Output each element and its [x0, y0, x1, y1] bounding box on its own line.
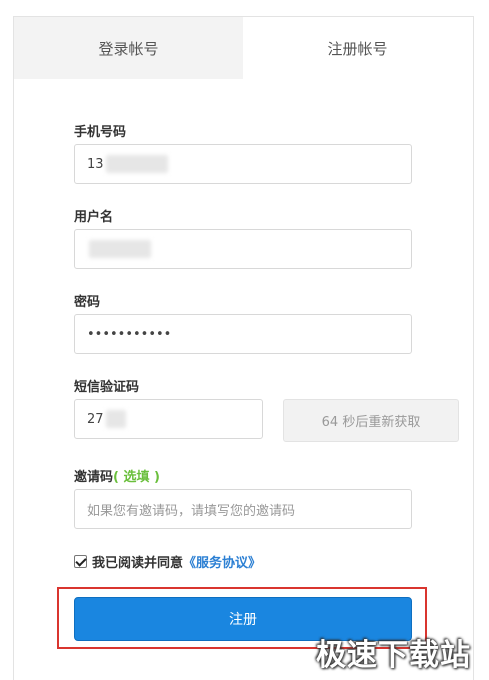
tab-register[interactable]: 注册帐号 [243, 17, 472, 79]
invite-label-text: 邀请码 [74, 470, 114, 485]
invite-optional-text: ( 选填 ) [113, 470, 160, 485]
watermark-logo: 极速下载站 [316, 638, 471, 673]
phone-redaction [105, 155, 168, 173]
sms-code-label: 短信验证码 [74, 380, 140, 395]
sms-code-value: 27 [87, 411, 104, 427]
invite-code-placeholder: 如果您有邀请码，请填写您的邀请码 [87, 503, 296, 519]
sms-code-redaction [105, 410, 126, 428]
username-label: 用户名 [74, 210, 114, 225]
phone-value: 13 [87, 156, 104, 172]
agree-text: 我已阅读并同意 [92, 555, 184, 571]
tab-bar: 登录帐号 注册帐号 [14, 17, 473, 79]
phone-input[interactable]: 13 [74, 144, 412, 184]
password-label: 密码 [74, 295, 101, 310]
agreement-row: 我已阅读并同意 《服务协议》 [74, 552, 261, 571]
username-redaction [89, 240, 151, 258]
phone-label: 手机号码 [74, 125, 127, 140]
tab-login[interactable]: 登录帐号 [14, 17, 243, 79]
agree-checkbox[interactable] [74, 554, 87, 568]
sms-code-input[interactable]: 27 [74, 399, 263, 439]
password-value: ••••••••••• [87, 326, 172, 342]
invite-code-input[interactable]: 如果您有邀请码，请填写您的邀请码 [74, 489, 412, 529]
password-input[interactable]: ••••••••••• [74, 314, 412, 354]
invite-code-label: 邀请码( 选填 ) [74, 466, 160, 485]
service-agreement-link[interactable]: 《服务协议》 [183, 552, 261, 571]
username-input[interactable] [74, 229, 412, 269]
resend-code-button[interactable]: 64 秒后重新获取 [283, 399, 459, 442]
